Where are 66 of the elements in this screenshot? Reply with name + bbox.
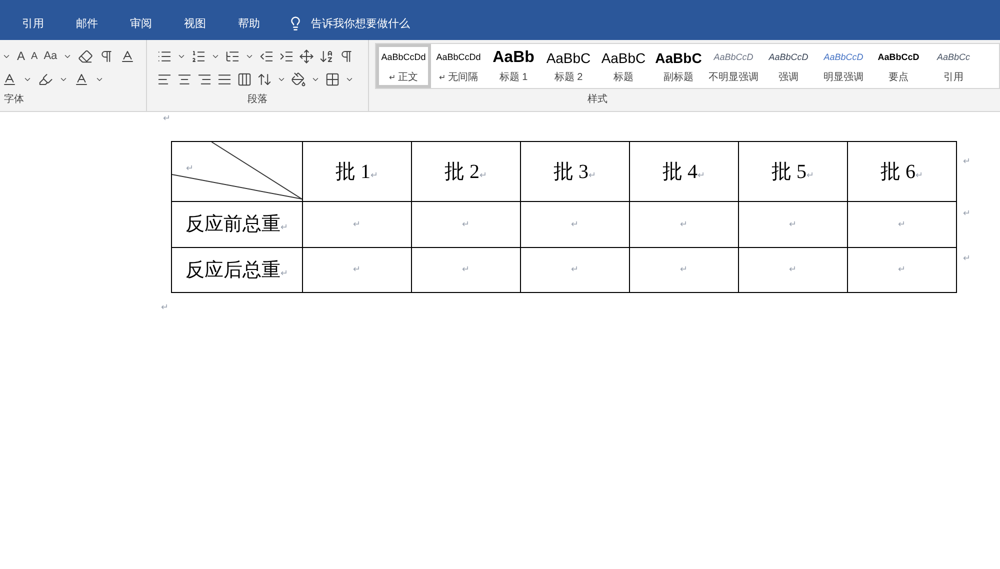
table-cell: ↵ — [302, 202, 412, 248]
table-cell: ↵ — [630, 248, 738, 292]
table-cell: ↵ — [412, 248, 520, 292]
multilevel-list-icon[interactable] — [225, 48, 240, 64]
paragraph-mark: ↵ — [963, 252, 971, 265]
style-item[interactable]: AaBbC 标题 2 — [541, 44, 596, 88]
shrink-font-button[interactable]: A — [31, 48, 38, 64]
tell-me-field[interactable]: 告诉我你想要做什么 — [311, 16, 410, 32]
menu-tab[interactable]: 视图 — [178, 16, 212, 32]
paragraph-mark: ↵ — [163, 114, 172, 123]
change-case-button[interactable]: Aa — [44, 48, 58, 64]
paragraph-mark: ↵ — [963, 206, 971, 220]
style-item[interactable]: AaBbCcD 要点 — [871, 44, 926, 88]
menu-tab[interactable]: 帮助 — [232, 16, 266, 32]
table-cell: ↵ — [630, 202, 738, 248]
shading-icon[interactable] — [291, 72, 306, 86]
paragraph-mark: ↵ — [161, 303, 170, 312]
show-marks-icon[interactable] — [339, 48, 354, 64]
table-cell: 批 1↵ — [302, 142, 412, 202]
align-left-icon[interactable] — [157, 72, 172, 86]
paragraph-mark: ↵ — [963, 155, 971, 168]
justify-icon[interactable] — [217, 72, 232, 86]
table-cell: ↵ — [412, 202, 520, 248]
table-cell: ↵ — [520, 202, 630, 248]
numbering-icon[interactable] — [191, 48, 206, 64]
table-cell: ↵ — [848, 202, 956, 248]
font-color-icon[interactable] — [74, 72, 89, 86]
menu-tab[interactable]: 邮件 — [70, 16, 104, 32]
table-cell: 批 4↵ — [630, 142, 738, 202]
table-cell: ↵ — [520, 248, 630, 292]
sort-icon[interactable] — [319, 48, 334, 64]
align-right-icon[interactable] — [197, 72, 212, 86]
grow-font-button[interactable]: A — [17, 47, 26, 65]
group-label: 样式 — [588, 92, 608, 107]
increase-indent-icon[interactable] — [279, 48, 294, 64]
table-cell: ↵ — [738, 202, 848, 248]
menu-tab[interactable]: 引用 — [16, 16, 50, 32]
table-cell: 批 2↵ — [412, 142, 520, 202]
style-item[interactable]: AaBb 标题 1 — [486, 44, 541, 88]
decrease-indent-icon[interactable] — [259, 48, 274, 64]
lightbulb-icon[interactable] — [288, 16, 303, 32]
table-cell: 批 5↵ — [738, 142, 848, 202]
style-item[interactable]: AaBbCc 引用 — [926, 44, 981, 88]
table-cell: ↵ — [848, 248, 956, 292]
table-cell: 批 6↵ — [848, 142, 956, 202]
style-item[interactable]: AaBbCcD 明显强调 — [816, 44, 871, 88]
eraser-icon[interactable] — [78, 48, 94, 64]
table-cell: ↵ — [302, 248, 412, 292]
align-center-icon[interactable] — [177, 72, 192, 86]
style-item[interactable]: AaBbCcD 强调 — [761, 44, 816, 88]
paragraph-mark: ↵ — [186, 162, 194, 175]
style-item[interactable]: AaBbC 标题 — [596, 44, 651, 88]
bullets-icon[interactable] — [157, 48, 172, 64]
menu-tab[interactable]: 审阅 — [124, 16, 158, 32]
style-item[interactable]: AaBbC 副标题 — [651, 44, 706, 88]
table-cell: 批 3↵ — [520, 142, 630, 202]
group-label: 段落 — [248, 92, 268, 107]
line-spacing-icon[interactable] — [257, 72, 272, 86]
style-item[interactable]: AaBbCcDd ↵ 无间隔 — [431, 44, 486, 88]
group-label: 字体 — [4, 92, 24, 107]
borders-icon[interactable] — [325, 72, 340, 86]
table-cell: 反应后总重↵ — [172, 248, 302, 292]
table-cell: 反应前总重↵ — [172, 202, 302, 248]
highlighter-icon[interactable] — [38, 72, 53, 86]
table-cell: ↵ — [738, 248, 848, 292]
style-item[interactable]: AaBbCcDd ↵ 正文 — [376, 44, 431, 88]
